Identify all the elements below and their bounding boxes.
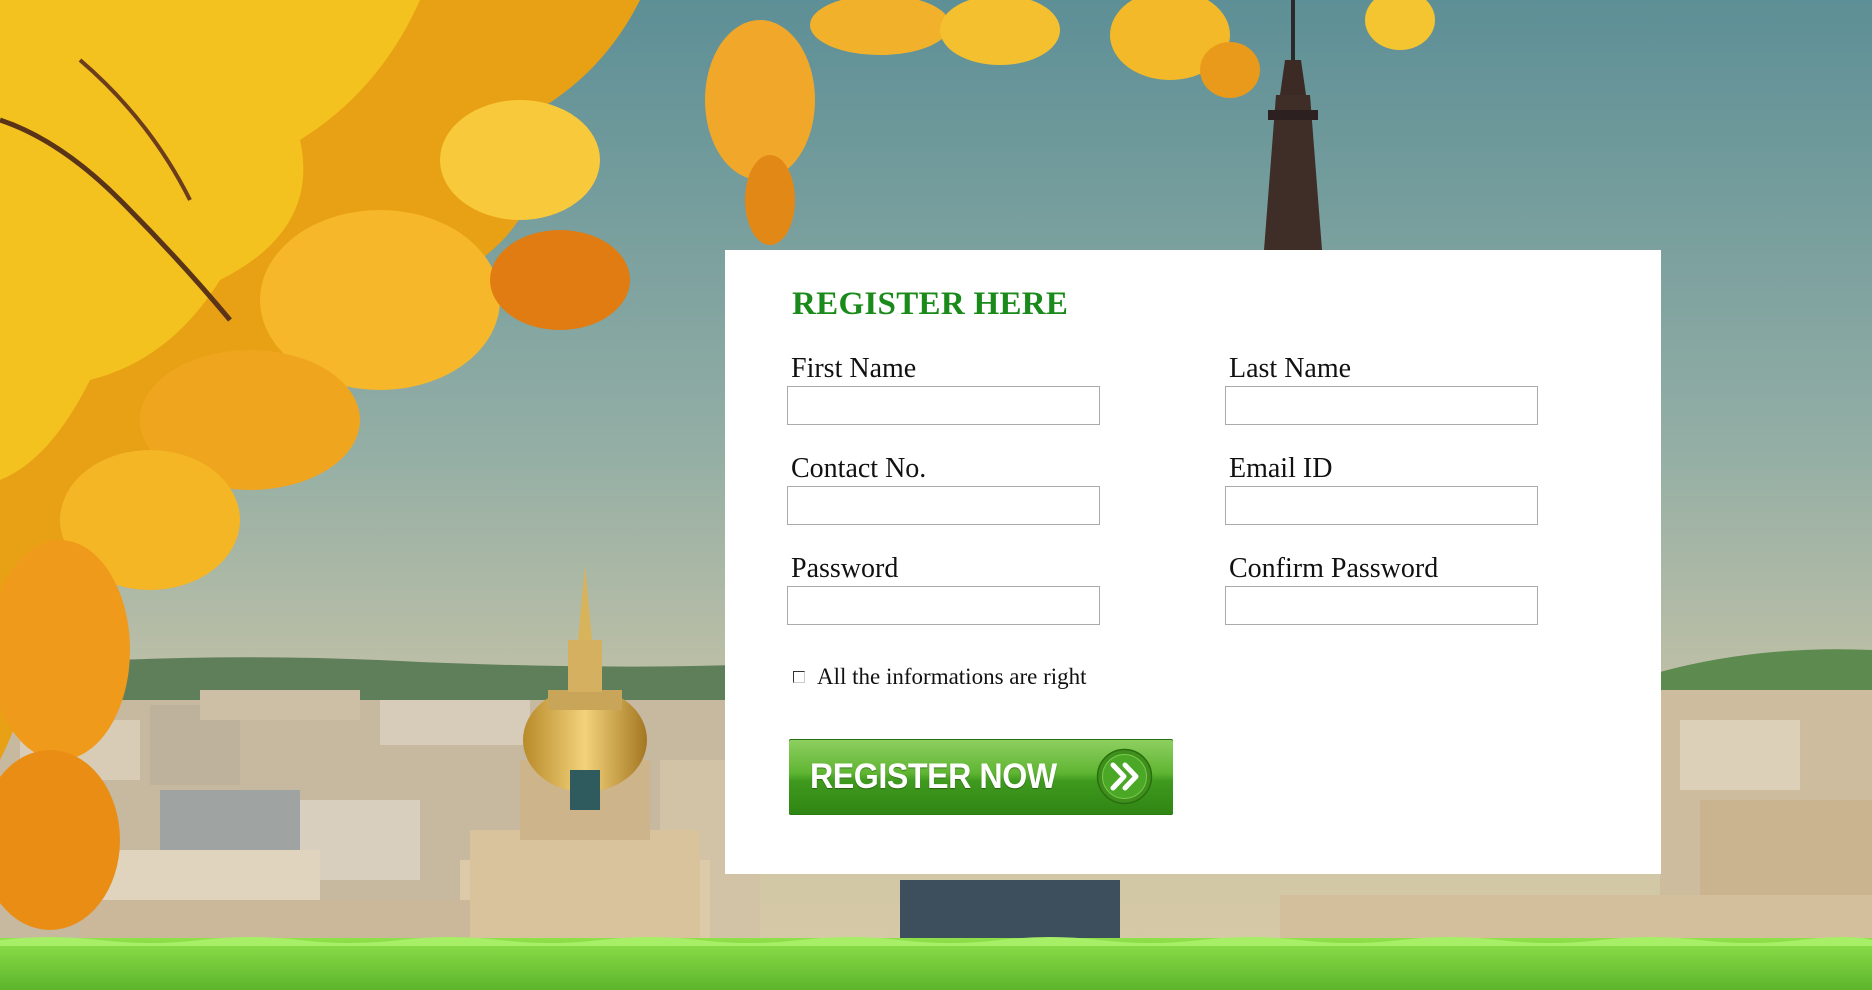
contact-group: Contact No. — [787, 453, 1111, 525]
password-label: Password — [791, 553, 899, 584]
agree-row: All the informations are right — [793, 664, 1087, 690]
double-chevron-right-icon — [1096, 748, 1153, 805]
email-label: Email ID — [1229, 453, 1333, 484]
confirm-password-label: Confirm Password — [1229, 553, 1439, 584]
first-name-label: First Name — [791, 353, 917, 384]
register-panel: REGISTER HERE First Name Last Name Conta… — [725, 250, 1661, 874]
confirm-password-input[interactable] — [1225, 586, 1538, 625]
password-group: Password — [787, 553, 1111, 625]
contact-label: Contact No. — [791, 453, 927, 484]
contact-input[interactable] — [787, 486, 1100, 525]
email-group: Email ID — [1225, 453, 1549, 525]
confirm-password-group: Confirm Password — [1225, 553, 1549, 625]
last-name-label: Last Name — [1229, 353, 1352, 384]
register-now-button[interactable]: REGISTER NOW — [789, 739, 1173, 815]
agree-label: All the informations are right — [817, 664, 1087, 689]
email-input[interactable] — [1225, 486, 1538, 525]
last-name-input[interactable] — [1225, 386, 1538, 425]
first-name-input[interactable] — [787, 386, 1100, 425]
agree-checkbox[interactable] — [793, 671, 805, 683]
register-now-label: REGISTER NOW — [810, 757, 1057, 796]
last-name-group: Last Name — [1225, 353, 1549, 425]
form-title: REGISTER HERE — [792, 286, 1069, 322]
first-name-group: First Name — [787, 353, 1111, 425]
password-input[interactable] — [787, 586, 1100, 625]
